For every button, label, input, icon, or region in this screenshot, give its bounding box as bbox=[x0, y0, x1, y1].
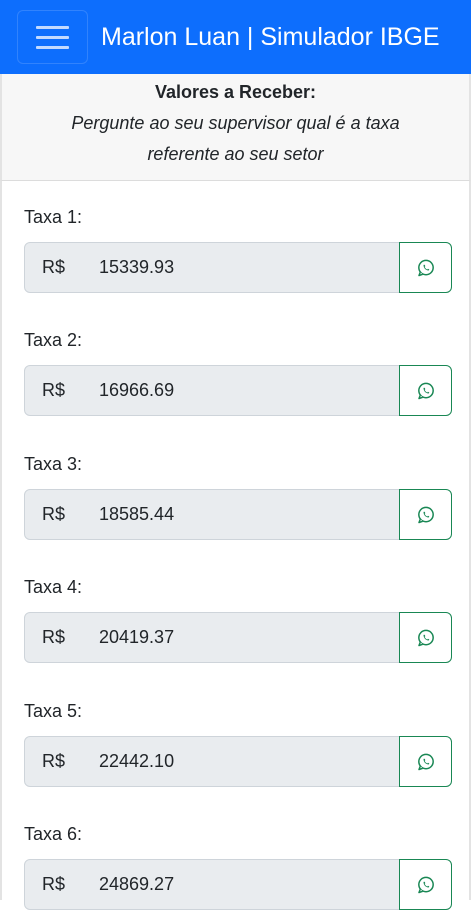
app-title[interactable]: Marlon Luan | Simulador IBGE bbox=[101, 20, 440, 54]
currency-prefix: R$ bbox=[24, 736, 83, 787]
rate-input-group: R$ 16966.69 bbox=[24, 365, 452, 416]
currency-prefix: R$ bbox=[24, 242, 83, 293]
share-whatsapp-button[interactable] bbox=[399, 612, 452, 663]
rate-value-field[interactable]: 20419.37 bbox=[82, 612, 400, 663]
currency-prefix: R$ bbox=[24, 859, 83, 910]
rate-value-field[interactable]: 24869.27 bbox=[82, 859, 400, 910]
info-title: Valores a Receber: bbox=[154, 82, 317, 102]
currency-prefix: R$ bbox=[24, 365, 83, 416]
currency-prefix: R$ bbox=[24, 612, 83, 663]
rate-label: Taxa 1: bbox=[24, 207, 83, 227]
whatsapp-icon bbox=[416, 258, 436, 278]
rate-input-group: R$ 24869.27 bbox=[24, 859, 452, 910]
whatsapp-icon bbox=[416, 381, 436, 401]
rate-value-field[interactable]: 18585.44 bbox=[82, 489, 400, 540]
rate-input-group: R$ 18585.44 bbox=[24, 489, 452, 540]
menu-toggle-button[interactable] bbox=[17, 10, 88, 64]
info-panel: Valores a Receber: Pergunte ao seu super… bbox=[0, 74, 471, 181]
rate-value-field[interactable]: 15339.93 bbox=[82, 242, 400, 293]
rate-input-group: R$ 22442.10 bbox=[24, 736, 452, 787]
whatsapp-icon bbox=[416, 875, 436, 895]
rate-label: Taxa 4: bbox=[24, 577, 83, 597]
share-whatsapp-button[interactable] bbox=[399, 736, 452, 787]
share-whatsapp-button[interactable] bbox=[399, 859, 452, 910]
whatsapp-icon bbox=[416, 628, 436, 648]
rate-label: Taxa 6: bbox=[24, 824, 83, 844]
rate-label: Taxa 2: bbox=[24, 330, 83, 350]
top-navbar: Marlon Luan | Simulador IBGE bbox=[0, 0, 471, 74]
rate-input-group: R$ 15339.93 bbox=[24, 242, 452, 293]
currency-prefix: R$ bbox=[24, 489, 83, 540]
rate-value-field[interactable]: 22442.10 bbox=[82, 736, 400, 787]
hamburger-menu-icon-bar-3 bbox=[36, 45, 69, 49]
hamburger-menu-icon-bar-1 bbox=[36, 25, 69, 29]
info-text: Pergunte ao seu supervisor qual é a taxa… bbox=[71, 113, 400, 164]
share-whatsapp-button[interactable] bbox=[399, 489, 452, 540]
rate-label: Taxa 3: bbox=[24, 454, 83, 474]
rate-input-group: R$ 20419.37 bbox=[24, 612, 452, 663]
whatsapp-icon bbox=[416, 752, 436, 772]
hamburger-menu-icon-bar-2 bbox=[36, 35, 69, 39]
rate-label: Taxa 5: bbox=[24, 701, 83, 721]
rate-value-field[interactable]: 16966.69 bbox=[82, 365, 400, 416]
rates-list: Taxa 1: R$ 15339.93 Taxa 2: R$ 16966.69 … bbox=[0, 181, 471, 910]
whatsapp-icon bbox=[416, 505, 436, 525]
share-whatsapp-button[interactable] bbox=[399, 242, 452, 293]
share-whatsapp-button[interactable] bbox=[399, 365, 452, 416]
